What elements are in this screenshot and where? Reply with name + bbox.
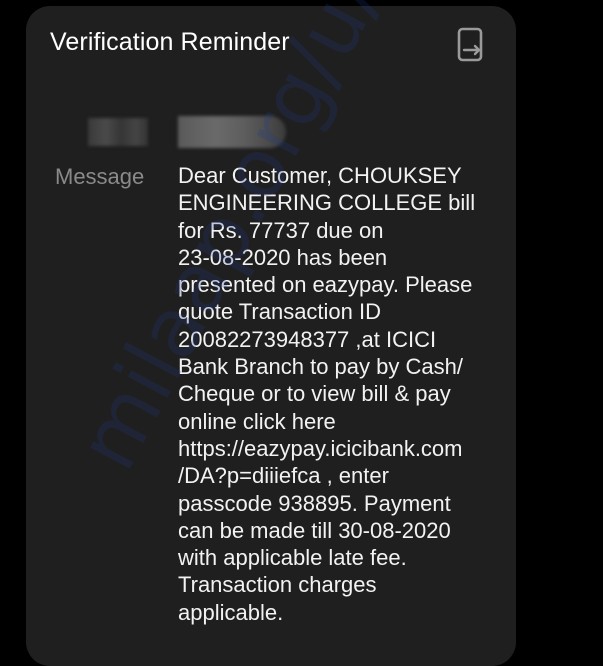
message-label: Message: [55, 164, 145, 189]
copy-button[interactable]: [452, 26, 490, 66]
sender-label-redacted: [88, 118, 148, 146]
dialog-title: Verification Reminder: [50, 28, 290, 56]
sender-value-redacted: [178, 116, 286, 148]
message-body[interactable]: Dear Customer, CHOUKSEY ENGINEERING COLL…: [178, 162, 508, 626]
copy-icon: [457, 27, 483, 62]
